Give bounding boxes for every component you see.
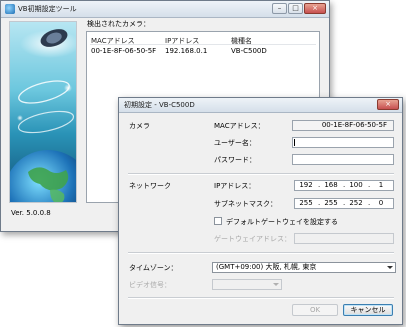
row-model-cell: VB-C500D: [231, 47, 267, 55]
camera-section-label: カメラ: [129, 122, 150, 130]
mac-value: 00-1E-8F-06-50-5F: [292, 120, 394, 131]
row-mac-cell: 00-1E-8F-06-50-5F: [91, 47, 157, 55]
password-input[interactable]: [292, 154, 394, 165]
ip-octet-2: 168: [324, 181, 338, 189]
mac-label: MACアドレス：: [214, 122, 265, 130]
main-titlebar[interactable]: VB初期設定ツール – □ ×: [1, 1, 329, 18]
text-caret: [294, 139, 295, 146]
gateway-checkbox-label[interactable]: デフォルトゲートウェイを設定する: [226, 217, 338, 227]
main-window-title: VB初期設定ツール: [18, 5, 77, 13]
chevron-down-icon: [387, 266, 393, 269]
dialog-close-button[interactable]: ×: [377, 99, 399, 110]
network-section-label: ネットワーク: [129, 182, 171, 190]
timezone-value: (GMT+09:00) 大阪, 札幌, 東京: [216, 263, 317, 271]
detected-cameras-label: 検出されたカメラ：: [87, 20, 150, 28]
camera-globe-illustration: [10, 29, 76, 202]
username-input[interactable]: [292, 137, 394, 148]
ip-octet-4: 1: [378, 181, 384, 189]
timezone-label: タイムゾーン：: [129, 264, 178, 272]
header-divider: [90, 44, 316, 45]
gateway-address-label: ゲートウェイアドレス：: [214, 235, 291, 243]
separator: [128, 252, 394, 254]
cancel-button[interactable]: キャンセル: [343, 304, 393, 316]
ok-button[interactable]: OK: [292, 304, 338, 316]
close-button[interactable]: ×: [304, 3, 326, 14]
ip-label: IPアドレス：: [214, 182, 256, 190]
separator: [128, 173, 394, 175]
row-ip-cell: 192.168.0.1: [165, 47, 208, 55]
timezone-select[interactable]: (GMT+09:00) 大阪, 札幌, 東京: [212, 262, 396, 273]
subnet-mask-input[interactable]: 255 . 255 . 252 . 0: [294, 198, 394, 209]
separator: [128, 297, 394, 299]
dialog-titlebar[interactable]: 初期設定 - VB-C500D ×: [119, 98, 402, 113]
gateway-checkbox[interactable]: [214, 217, 222, 225]
ip-octet-1: 192: [299, 181, 313, 189]
version-text: Ver. 5.0.0.8: [11, 209, 51, 217]
ip-octet-3: 100: [349, 181, 363, 189]
subnet-octet-2: 255: [324, 199, 338, 207]
video-signal-label: ビデオ信号：: [129, 281, 171, 289]
subnet-octet-3: 252: [349, 199, 363, 207]
minimize-button[interactable]: –: [272, 3, 287, 14]
dialog-title: 初期設定 - VB-C500D: [124, 101, 195, 109]
subnet-octet-1: 255: [299, 199, 313, 207]
subnet-label: サブネットマスク：: [214, 200, 277, 208]
app-icon: [5, 4, 15, 14]
username-label: ユーザー名：: [214, 139, 256, 147]
initial-settings-dialog: 初期設定 - VB-C500D × カメラ MACアドレス： 00-1E-8F-…: [118, 97, 403, 325]
ip-address-input[interactable]: 192 . 168 . 100 . 1: [294, 180, 394, 191]
video-signal-select: [212, 279, 282, 290]
chevron-down-icon: [273, 283, 279, 286]
maximize-button[interactable]: □: [288, 3, 303, 14]
password-label: パスワード：: [214, 156, 256, 164]
subnet-octet-4: 0: [378, 199, 384, 207]
splash-image: [9, 21, 77, 203]
gateway-address-input: [294, 233, 394, 244]
